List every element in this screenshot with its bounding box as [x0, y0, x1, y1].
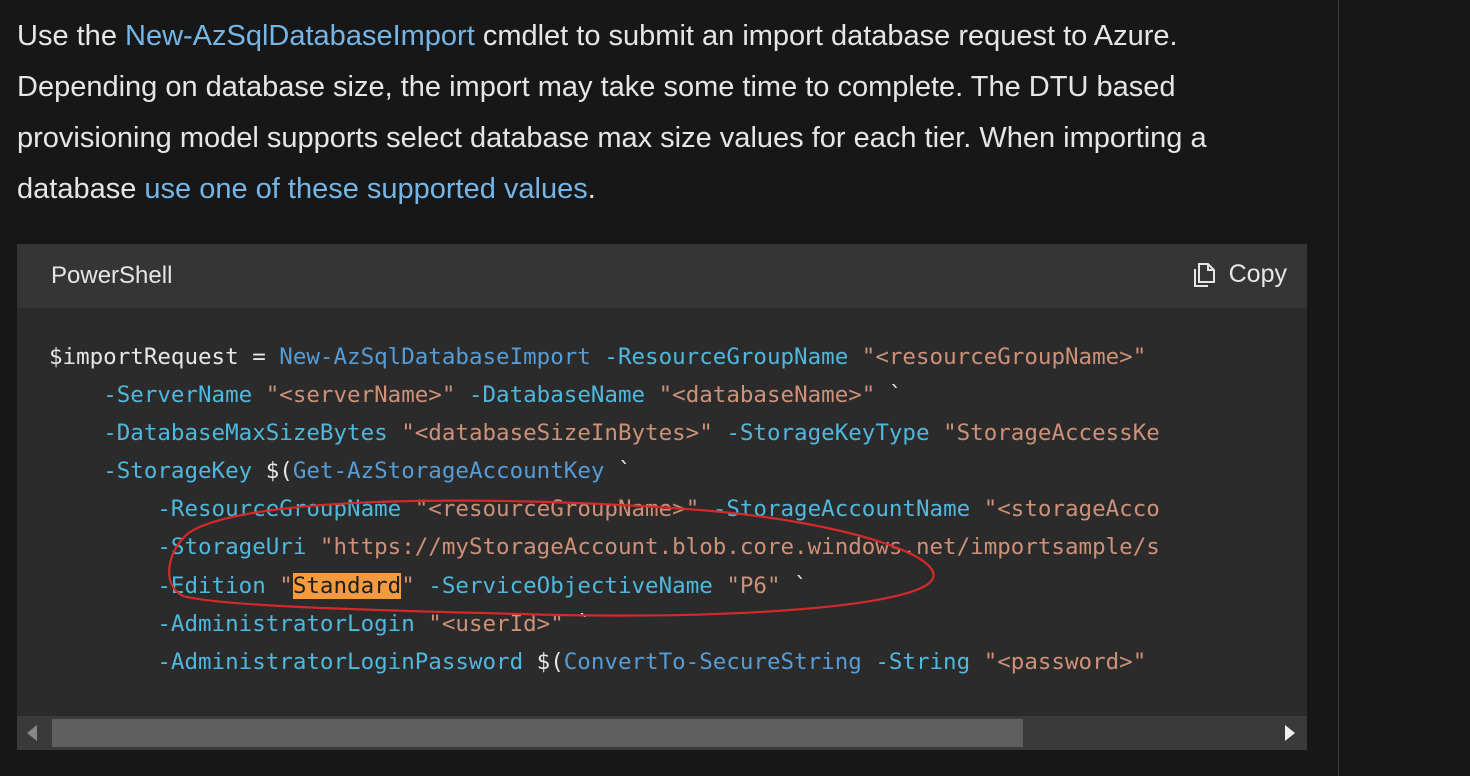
- code-block: PowerShell Copy $importRequest = New-AzS…: [17, 244, 1307, 750]
- code-line: -AdministratorLogin "<userId>" `: [157, 610, 591, 637]
- code-line: -ServerName "<serverName>" -DatabaseName…: [103, 382, 903, 409]
- code-language-label: PowerShell: [51, 262, 173, 289]
- copy-label: Copy: [1228, 260, 1287, 288]
- code-content: $importRequest = New-AzSqlDatabaseImport…: [49, 338, 1160, 681]
- copy-button[interactable]: Copy: [1191, 260, 1287, 289]
- horizontal-scrollbar[interactable]: [17, 716, 1307, 750]
- right-divider: [1338, 0, 1339, 776]
- scroll-right-arrow-icon[interactable]: [1285, 725, 1295, 741]
- scroll-left-arrow-icon[interactable]: [27, 725, 37, 741]
- code-line: -Edition "Standard" -ServiceObjectiveNam…: [157, 572, 808, 599]
- scrollbar-thumb[interactable]: [52, 719, 1023, 747]
- code-line: -StorageKey $(Get-AzStorageAccountKey `: [103, 458, 632, 485]
- supported-values-link[interactable]: use one of these supported values: [144, 173, 587, 205]
- code-line: -ResourceGroupName "<resourceGroupName>"…: [157, 496, 1160, 523]
- copy-icon: [1193, 262, 1215, 287]
- intro-paragraph: Use the New-AzSqlDatabaseImport cmdlet t…: [17, 11, 1317, 215]
- code-header: PowerShell Copy: [17, 244, 1307, 308]
- code-line: -StorageUri "https://myStorageAccount.bl…: [157, 534, 1160, 561]
- code-line: $importRequest = New-AzSqlDatabaseImport…: [49, 344, 1147, 370]
- highlighted-standard: Standard: [292, 572, 402, 599]
- intro-text-3: .: [587, 173, 596, 205]
- code-line: -DatabaseMaxSizeBytes "<databaseSizeInBy…: [103, 420, 1160, 447]
- cmdlet-link[interactable]: New-AzSqlDatabaseImport: [125, 20, 475, 52]
- intro-text-1: Use the: [17, 20, 125, 52]
- code-line: -AdministratorLoginPassword $(ConvertTo-…: [157, 648, 1147, 675]
